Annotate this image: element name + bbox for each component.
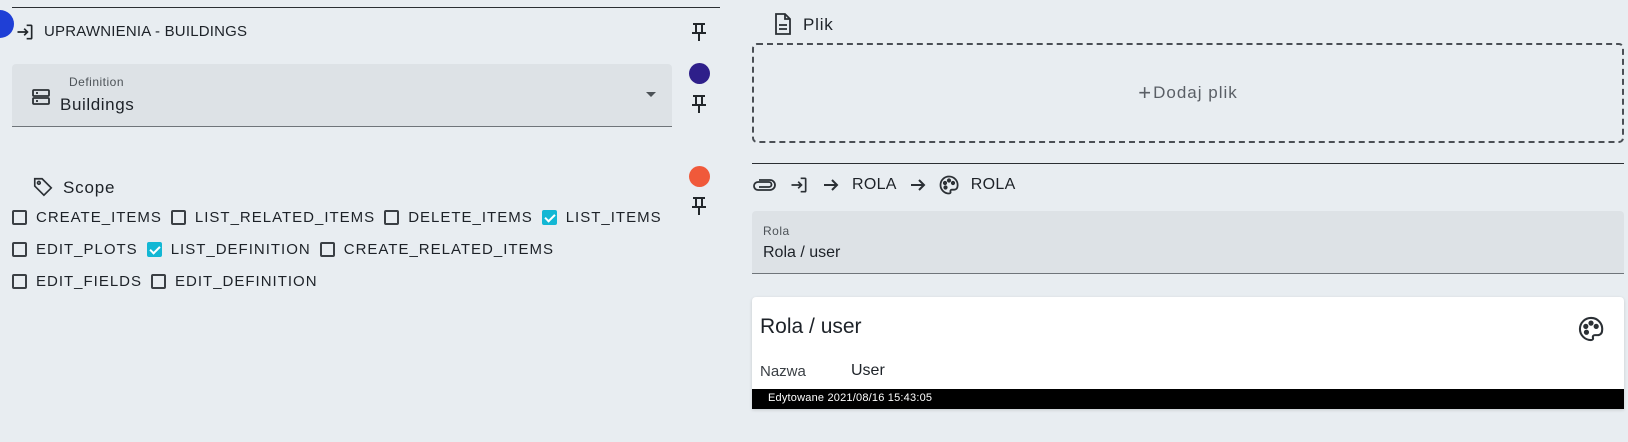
checkbox-label: CREATE_RELATED_ITEMS — [343, 241, 555, 258]
attachment-icon — [752, 178, 776, 192]
scope-checkbox-create-related-items[interactable]: CREATE_RELATED_ITEMS — [319, 241, 555, 258]
scope-checkbox-create-items[interactable]: CREATE_ITEMS — [12, 209, 162, 226]
document-icon — [774, 13, 792, 35]
scope-row: EDIT_FIELDS EDIT_DEFINITION — [12, 273, 327, 290]
login-icon — [14, 22, 36, 42]
checkbox[interactable] — [384, 210, 400, 225]
relation-breadcrumb: ROLA ROLA — [752, 175, 1028, 195]
scope-checkbox-list-items[interactable]: LIST_ITEMS — [541, 209, 662, 226]
checkbox-label: EDIT_FIELDS — [36, 273, 143, 290]
checkbox[interactable] — [12, 274, 27, 289]
card-field-value: User — [851, 362, 885, 379]
checkbox[interactable] — [12, 242, 27, 257]
section-divider — [752, 163, 1624, 164]
arrow-right-icon — [822, 176, 840, 194]
checkbox-label: DELETE_ITEMS — [408, 209, 533, 226]
rola-value: Rola / user — [763, 244, 841, 261]
status-dot-orange[interactable] — [689, 166, 710, 187]
checkbox[interactable] — [12, 210, 27, 225]
checkbox-label: LIST_RELATED_ITEMS — [194, 209, 376, 226]
checkbox-label: LIST_ITEMS — [565, 209, 662, 226]
pin-icon[interactable] — [690, 94, 708, 114]
tag-icon — [32, 176, 54, 198]
add-file-label: Dodaj plik — [1153, 83, 1238, 102]
definition-label: Definition — [69, 75, 125, 89]
side-drag-handle[interactable] — [0, 10, 14, 38]
checkbox-label: LIST_DEFINITION — [170, 241, 311, 258]
scope-checkbox-list-related-items[interactable]: LIST_RELATED_ITEMS — [170, 209, 376, 226]
scope-checkbox-delete-items[interactable]: DELETE_ITEMS — [384, 209, 533, 226]
card-footer: Edytowane 2021/08/16 15:43:05 — [752, 389, 1624, 409]
arrow-right-icon — [909, 176, 927, 194]
checkbox-checked[interactable] — [146, 242, 162, 257]
login-icon — [788, 175, 810, 195]
pin-icon[interactable] — [690, 22, 708, 42]
plus-icon: + — [1138, 80, 1152, 105]
storage-icon — [32, 88, 50, 106]
scope-checkbox-list-definition[interactable]: LIST_DEFINITION — [146, 241, 311, 258]
palette-icon — [1578, 316, 1604, 342]
rola-label: Rola — [763, 224, 790, 238]
scope-row: CREATE_ITEMS LIST_RELATED_ITEMS DELETE_I… — [12, 209, 671, 226]
checkbox-checked[interactable] — [541, 210, 557, 225]
checkbox[interactable] — [170, 210, 186, 225]
header-divider — [12, 7, 720, 8]
edited-timestamp: Edytowane 2021/08/16 15:43:05 — [768, 392, 933, 404]
rola-field[interactable]: Rola Rola / user — [752, 211, 1624, 274]
palette-icon — [939, 175, 959, 195]
path-segment: ROLA — [970, 176, 1016, 193]
scope-row: EDIT_PLOTS LIST_DEFINITION CREATE_RELATE… — [12, 241, 563, 258]
file-section-title: Plik — [803, 15, 834, 34]
checkbox[interactable] — [319, 242, 335, 257]
panel-title: UPRAWNIENIA - BUILDINGS — [44, 23, 248, 40]
card-field-key: Nazwa — [760, 363, 806, 380]
card-title: Rola / user — [760, 315, 862, 338]
scope-checkbox-edit-fields[interactable]: EDIT_FIELDS — [12, 273, 142, 290]
checkbox-label: EDIT_PLOTS — [36, 241, 138, 258]
status-dot-navy[interactable] — [689, 63, 710, 84]
checkbox[interactable] — [151, 274, 167, 289]
chevron-down-icon[interactable] — [646, 92, 656, 97]
path-segment: ROLA — [852, 176, 897, 193]
scope-checkbox-edit-definition[interactable]: EDIT_DEFINITION — [151, 273, 318, 290]
checkbox-label: CREATE_ITEMS — [36, 209, 162, 226]
checkbox-label: EDIT_DEFINITION — [175, 273, 318, 290]
definition-value: Buildings — [60, 95, 135, 114]
definition-select[interactable]: Definition Buildings — [12, 64, 672, 127]
add-file-dropzone[interactable]: + Dodaj plik — [752, 43, 1624, 143]
pin-icon[interactable] — [690, 196, 708, 216]
rola-card[interactable]: Rola / user Nazwa User Edytowane 2021/08… — [752, 297, 1624, 409]
scope-title: Scope — [63, 178, 116, 197]
scope-checkbox-edit-plots[interactable]: EDIT_PLOTS — [12, 241, 138, 258]
